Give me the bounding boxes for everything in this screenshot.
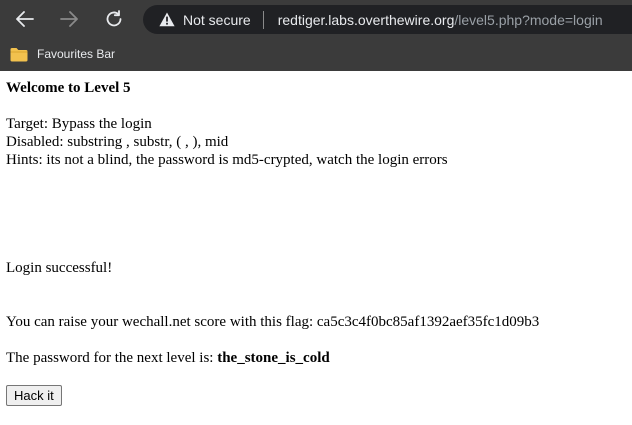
password-value: the_stone_is_cold [217, 350, 330, 366]
url-path[interactable]: /level5.php?mode=login [454, 12, 602, 28]
hack-it-button[interactable]: Hack it [6, 385, 62, 406]
flag-text: You can raise your wechall.net score wit… [6, 314, 540, 330]
folder-icon [10, 47, 28, 62]
hints-text: Hints: its not a blind, the password is … [6, 152, 448, 168]
back-arrow-icon [16, 11, 34, 27]
page-heading: Welcome to Level 5 [6, 80, 131, 96]
favourites-bar-folder[interactable]: Favourites Bar [10, 44, 115, 64]
warning-triangle-icon[interactable] [159, 12, 175, 28]
browser-chrome: Not secure redtiger.labs.overthewire.org… [0, 0, 632, 71]
favourites-bar: Favourites Bar [0, 38, 632, 71]
back-button[interactable] [12, 6, 38, 32]
forward-button[interactable] [56, 6, 82, 32]
address-bar[interactable]: Not secure redtiger.labs.overthewire.org… [143, 5, 632, 34]
address-divider [262, 10, 264, 29]
password-prefix: The password for the next level is: [6, 350, 218, 366]
favourites-bar-label: Favourites Bar [37, 47, 116, 61]
disabled-text: Disabled: substring , substr, ( , ), mid [6, 134, 229, 150]
login-status-message: Login successful! [6, 260, 113, 276]
url-host[interactable]: redtiger.labs.overthewire.org [278, 12, 455, 28]
security-status-label[interactable]: Not secure [183, 12, 251, 28]
target-text: Target: Bypass the login [6, 116, 152, 132]
forward-arrow-icon [60, 11, 78, 27]
page-content: Welcome to Level 5 Target: Bypass the lo… [0, 71, 632, 425]
next-level-password: The password for the next level is: the_… [6, 349, 330, 367]
reload-icon [106, 10, 122, 27]
browser-toolbar: Not secure redtiger.labs.overthewire.org… [0, 0, 632, 38]
reload-button[interactable] [101, 6, 127, 32]
